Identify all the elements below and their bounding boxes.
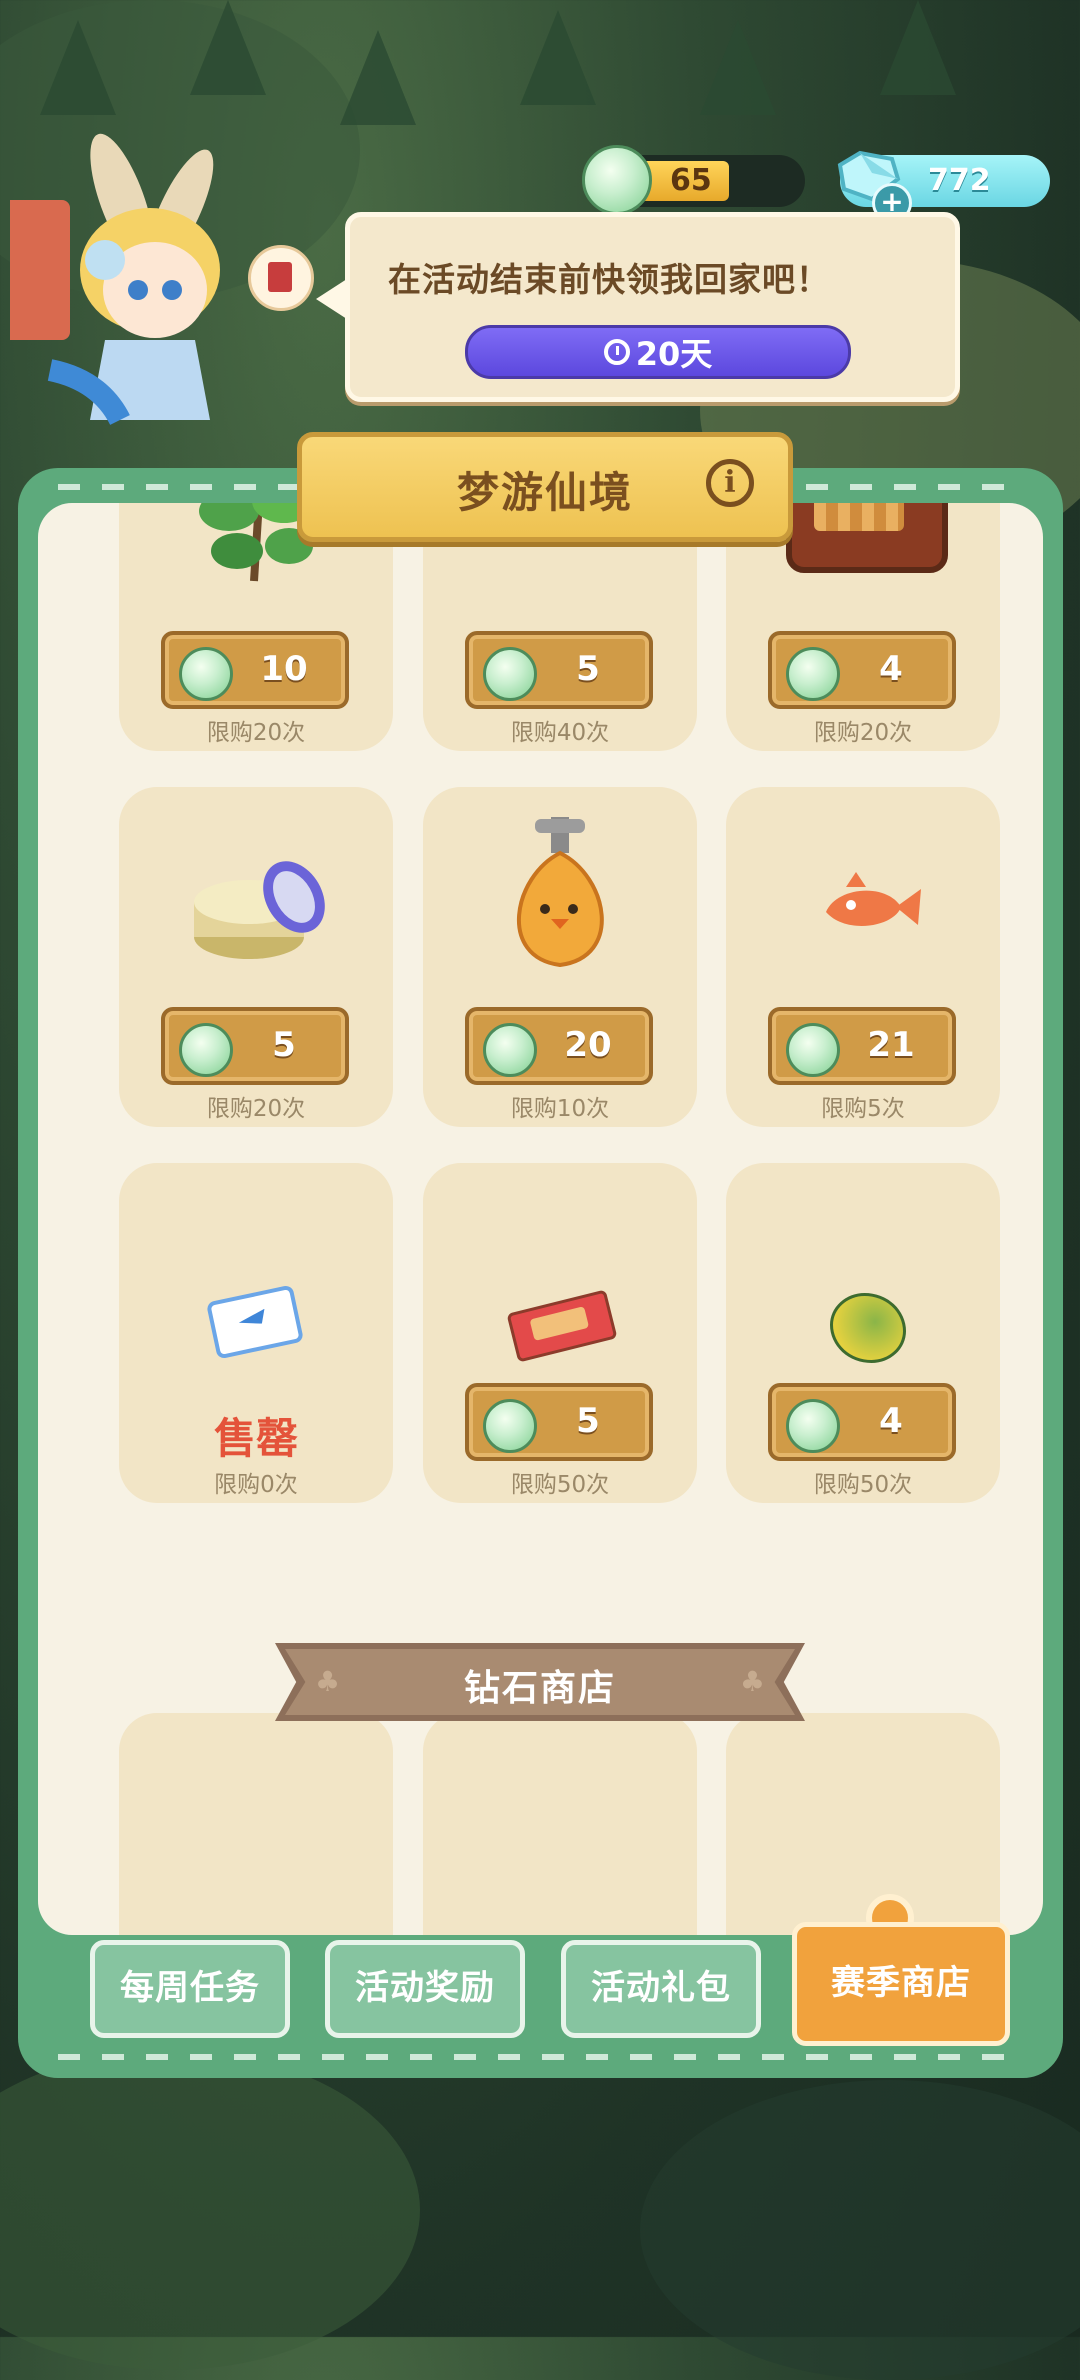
shop-title-plate: 梦游仙境 i [297, 432, 793, 542]
price-value: 21 [867, 1025, 915, 1065]
item-card-coupon[interactable]: 5 限购50次 [423, 1163, 697, 1503]
tab-event-packs[interactable]: 活动礼包 [561, 1940, 761, 2038]
leaf-coin-icon [786, 1399, 840, 1453]
gem-currency-value: 772 [928, 163, 991, 198]
item-card-wind-up-toy[interactable]: 20 限购10次 [423, 787, 697, 1127]
tab-season-shop[interactable]: 赛季商店 [792, 1922, 1010, 2046]
info-icon[interactable]: i [706, 459, 754, 507]
item-card-bean[interactable]: 4 限购50次 [726, 1163, 1000, 1503]
leaf-currency-value: 65 [670, 163, 712, 198]
price-button[interactable]: 21 [768, 1007, 956, 1085]
price-button[interactable]: 10 [161, 631, 349, 709]
character-avatar [10, 133, 220, 426]
fish-treat-icon [826, 872, 921, 926]
price-value: 4 [879, 649, 903, 689]
soldout-label: 售罄 [213, 1414, 298, 1463]
leaf-coin-icon [483, 1023, 537, 1077]
leaf-coin-icon [786, 1023, 840, 1077]
coupon-icon [506, 1289, 618, 1363]
purchase-limit: 限购50次 [813, 1472, 913, 1498]
bean-icon [830, 1293, 906, 1363]
tab-weekly-tasks[interactable]: 每周任务 [90, 1940, 290, 2038]
price-button[interactable]: 5 [161, 1007, 349, 1085]
price-value: 4 [879, 1401, 903, 1441]
price-value: 10 [260, 649, 308, 689]
radio-icon [786, 503, 948, 573]
leaf-coin-icon [483, 1399, 537, 1453]
diamond-shop-header: ♣ ♣ 钻石商店 [275, 1643, 805, 1721]
leaf-coin-icon [786, 647, 840, 701]
cream-jar-icon [194, 861, 325, 959]
ticket-icon [205, 1284, 305, 1360]
tab-event-rewards[interactable]: 活动奖励 [325, 1940, 525, 2038]
timer-value: 20天 [635, 335, 713, 373]
purchase-limit: 限购5次 [821, 1096, 905, 1122]
leaf-coin-icon [179, 1023, 233, 1077]
item-card-fish-treat[interactable]: 21 限购5次 [726, 787, 1000, 1127]
purchase-limit: 限购40次 [510, 720, 610, 746]
price-value: 5 [576, 649, 600, 689]
price-value: 20 [564, 1025, 612, 1065]
price-value: 5 [576, 1401, 600, 1441]
storybook-icon[interactable] [248, 245, 314, 311]
purchase-limit: 限购50次 [510, 1472, 610, 1498]
diamond-item-card[interactable] [423, 1713, 697, 1935]
price-button[interactable]: 5 [465, 1383, 653, 1461]
leaf-currency[interactable]: 65 [582, 145, 805, 215]
leaf-coin-icon [483, 647, 537, 701]
price-button[interactable]: 5 [465, 631, 653, 709]
leaf-coin-icon [582, 145, 652, 215]
wind-up-toy-icon [516, 817, 604, 967]
panel-bottom-dashes [58, 2054, 1023, 2060]
price-button[interactable]: 4 [768, 1383, 956, 1461]
shop-panel: 10 限购20次 5 限购40次 4 限购20次 5 限购20次 20 限购10… [18, 468, 1063, 2078]
purchase-limit: 限购0次 [214, 1472, 298, 1498]
gem-currency[interactable]: + 772 [837, 150, 1050, 223]
item-card-cream-jar[interactable]: 5 限购20次 [119, 787, 393, 1127]
clock-icon [603, 339, 630, 365]
diamond-shop-title: 钻石商店 [463, 1668, 616, 1709]
purchase-limit: 限购20次 [206, 720, 306, 746]
speech-bubble: 在活动结束前快领我回家吧！ 20天 [316, 212, 960, 402]
diamond-item-card[interactable] [726, 1713, 1000, 1935]
diamond-item-card[interactable] [119, 1713, 393, 1935]
purchase-limit: 限购20次 [813, 720, 913, 746]
item-card-ticket[interactable]: 售罄 限购0次 [119, 1163, 393, 1503]
price-button[interactable]: 20 [465, 1007, 653, 1085]
speech-text: 在活动结束前快领我回家吧！ [388, 260, 830, 299]
event-timer: 20天 [465, 325, 851, 379]
purchase-limit: 限购20次 [206, 1096, 306, 1122]
price-button[interactable]: 4 [768, 631, 956, 709]
leaf-coin-icon [179, 647, 233, 701]
purchase-limit: 限购10次 [510, 1096, 610, 1122]
price-value: 5 [272, 1025, 296, 1065]
